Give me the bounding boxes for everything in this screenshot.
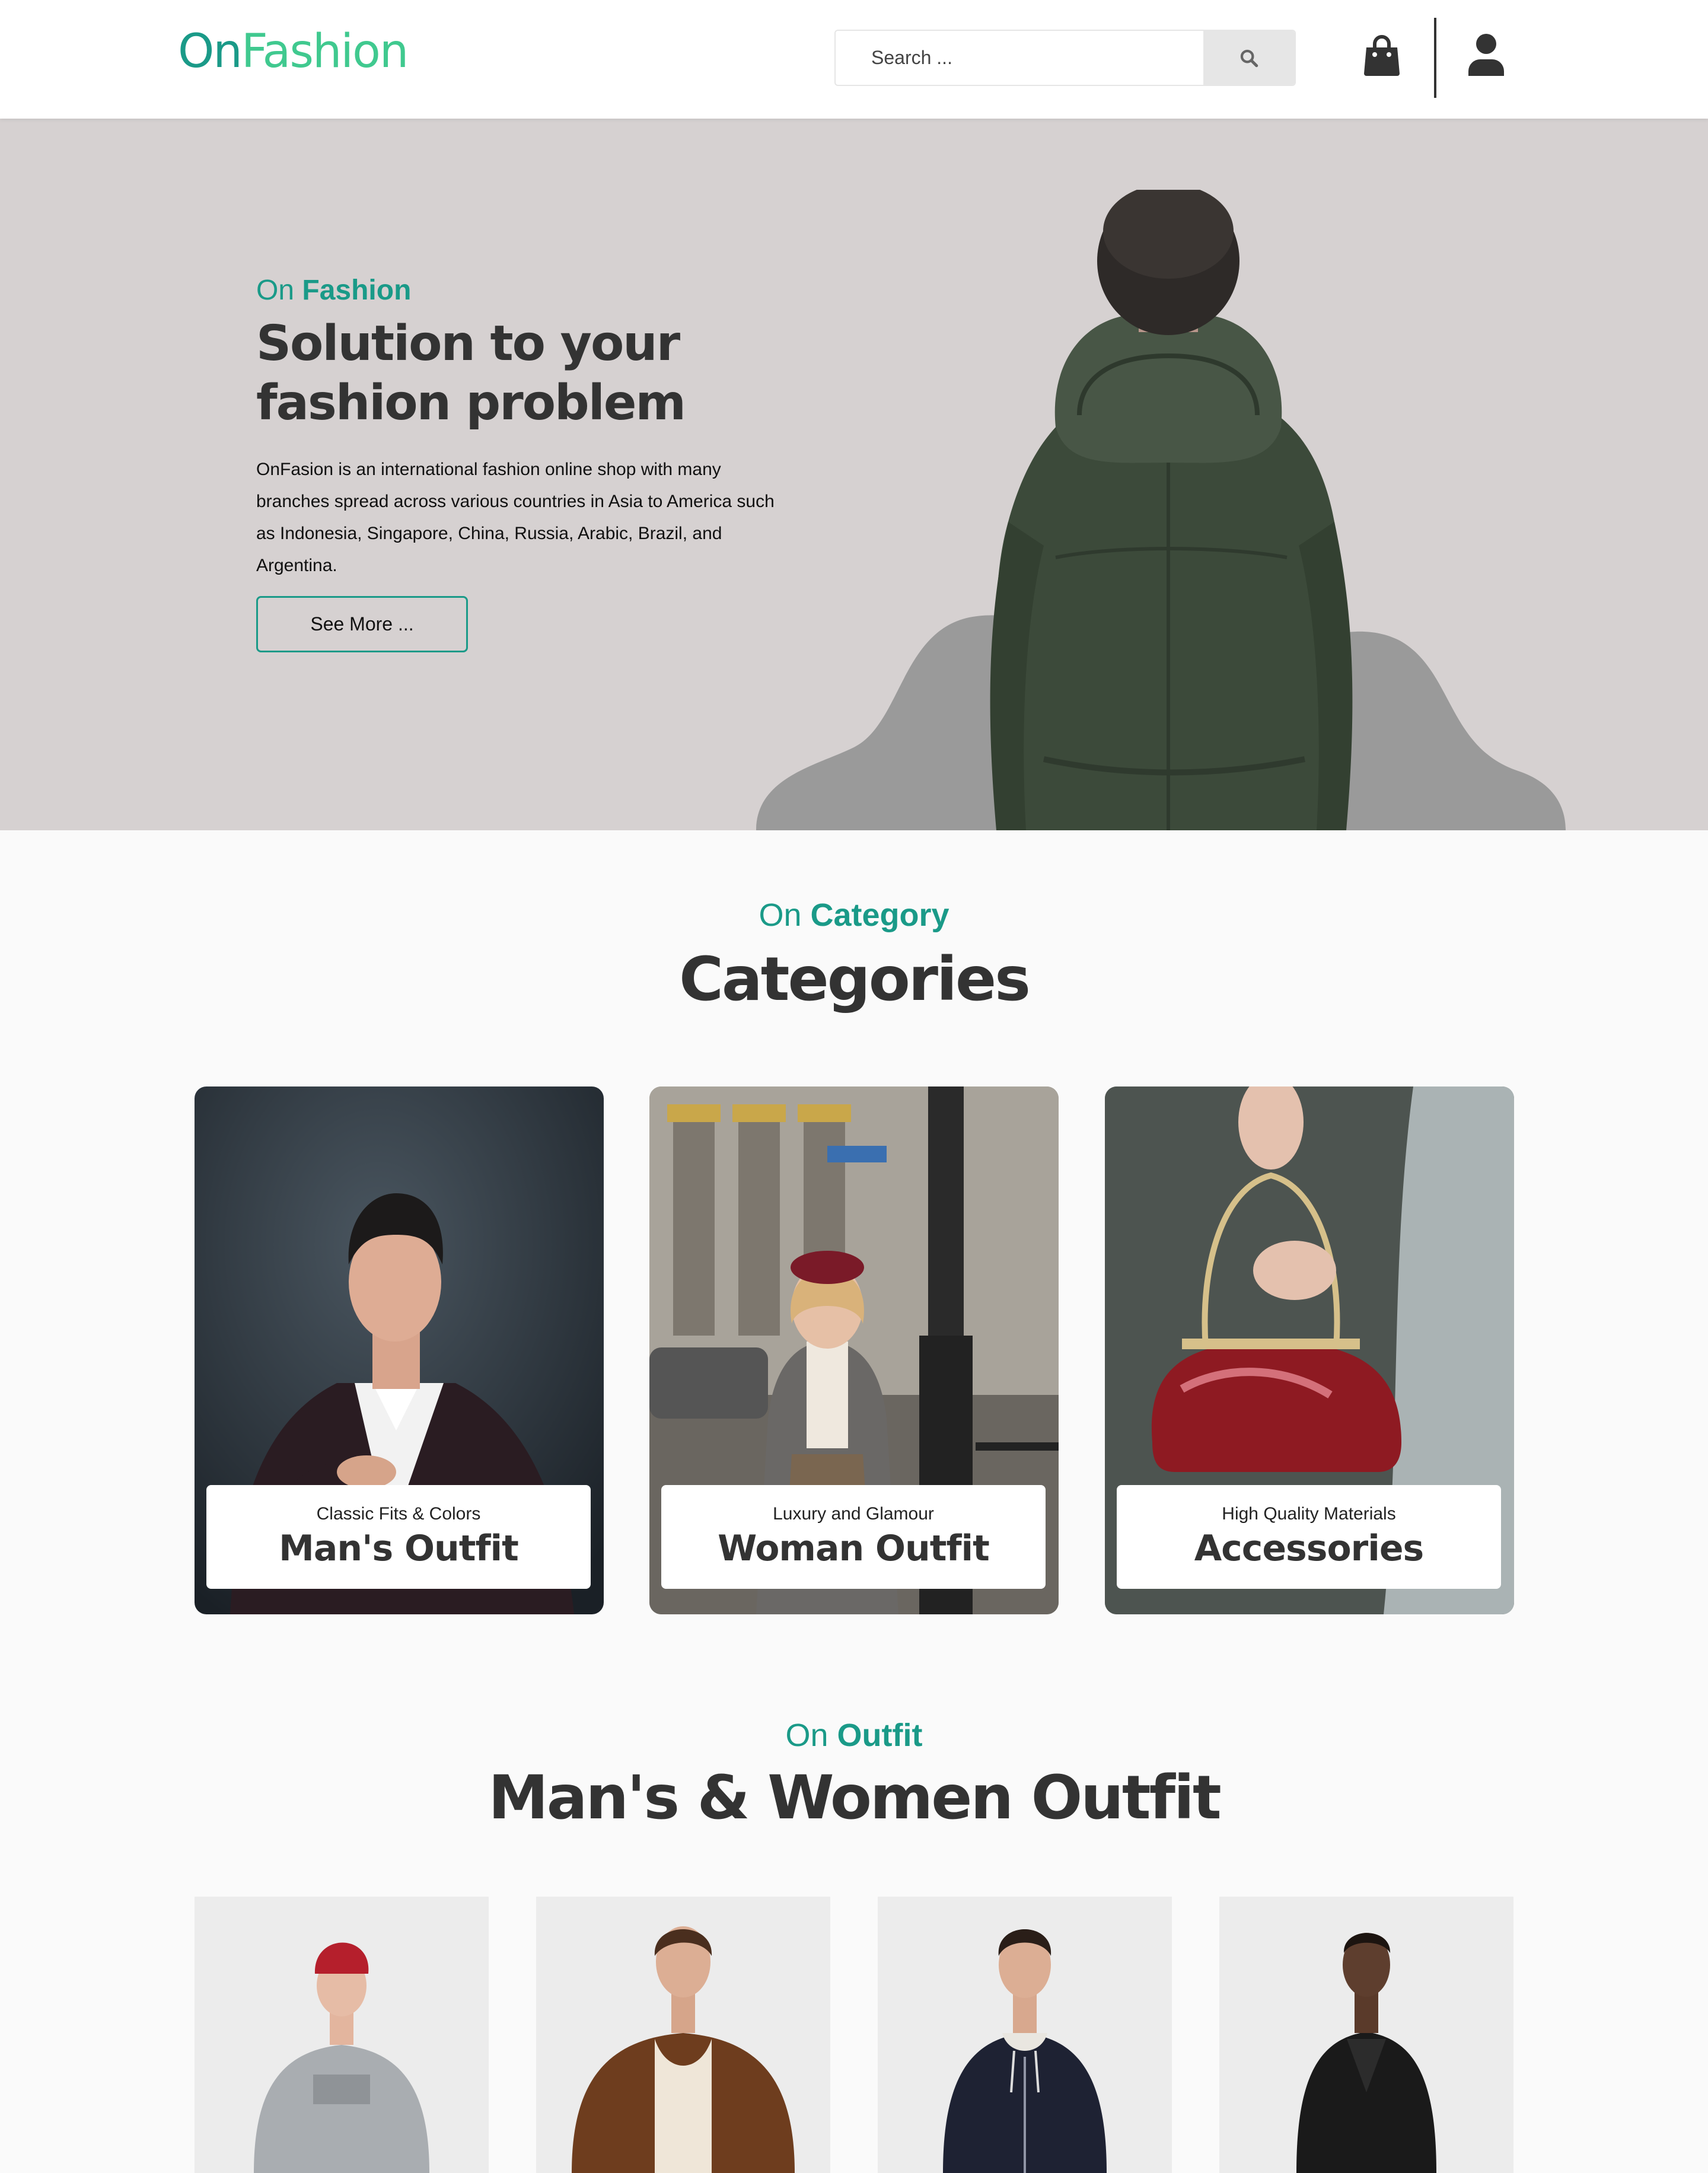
category-label: High Quality Materials Accessories (1117, 1485, 1501, 1589)
hero-kicker-bold: Fashion (302, 275, 412, 306)
category-subtitle: Classic Fits & Colors (316, 1504, 481, 1524)
shopping-bag-icon[interactable] (1363, 34, 1401, 76)
category-name: Woman Outfit (718, 1528, 990, 1569)
category-label: Luxury and Glamour Woman Outfit (661, 1485, 1046, 1589)
hero-kicker-light: On (256, 275, 295, 306)
category-card-mans-outfit[interactable]: Classic Fits & Colors Man's Outfit (195, 1086, 604, 1614)
hero-title: Solution to your fashion problem (256, 316, 686, 431)
hero-description: OnFasion is an international fashion onl… (256, 460, 775, 575)
outfit-title: Man's & Women Outfit (488, 1763, 1222, 1833)
brand-logo-part2: Fashion (241, 25, 409, 78)
search-icon (1240, 49, 1258, 67)
outfit-card[interactable] (1219, 1897, 1513, 2173)
outfit-card[interactable] (878, 1897, 1172, 2173)
search-input[interactable] (836, 31, 1206, 85)
category-card-woman-outfit[interactable]: Luxury and Glamour Woman Outfit (649, 1086, 1059, 1614)
outfit-kicker: On Outfit (0, 1717, 1708, 1754)
category-name: Man's Outfit (279, 1528, 519, 1569)
outfit-image (195, 1897, 489, 2173)
hero-kicker: On Fashion (256, 274, 411, 307)
outfit-image (1219, 1897, 1513, 2173)
category-label: Classic Fits & Colors Man's Outfit (206, 1485, 591, 1589)
category-card-accessories[interactable]: High Quality Materials Accessories (1105, 1086, 1514, 1614)
outfit-card[interactable] (195, 1897, 489, 2173)
hero-section: On Fashion Solution to your fashion prob… (0, 119, 1708, 830)
categories-kicker-bold: Category (810, 897, 949, 933)
navbar: OnFashion (0, 0, 1708, 119)
categories-kicker-light: On (759, 897, 802, 933)
nav-divider (1434, 18, 1436, 98)
category-subtitle: High Quality Materials (1222, 1504, 1396, 1524)
category-name: Accessories (1194, 1528, 1424, 1569)
categories-kicker: On Category (0, 897, 1708, 933)
outfit-kicker-bold: Outfit (837, 1718, 923, 1753)
brand-logo-part1: On (178, 25, 243, 78)
search-bar (834, 30, 1296, 86)
outfit-card[interactable] (536, 1897, 830, 2173)
brand-logo[interactable]: OnFashion (178, 25, 409, 78)
search-button[interactable] (1203, 31, 1295, 85)
categories-title: Categories (679, 944, 1031, 1015)
category-subtitle: Luxury and Glamour (773, 1504, 934, 1524)
outfit-image (536, 1897, 830, 2173)
hero-model-image (990, 190, 1353, 830)
see-more-button[interactable]: See More ... (256, 596, 468, 652)
outfit-kicker-light: On (785, 1718, 828, 1753)
user-icon[interactable] (1467, 33, 1505, 76)
outfit-image (878, 1897, 1172, 2173)
